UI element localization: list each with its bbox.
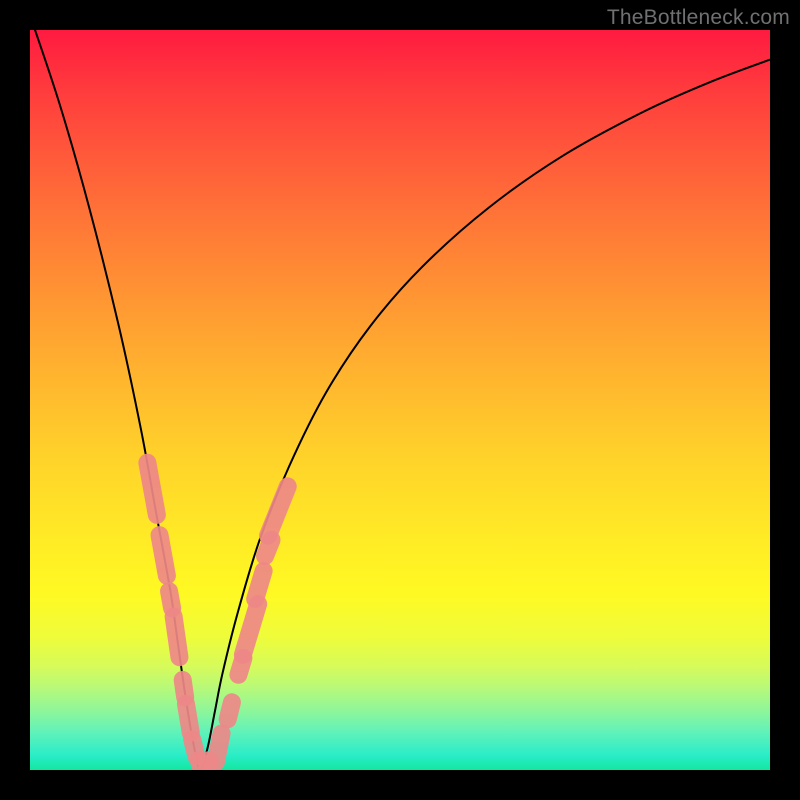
watermark-text: TheBottleneck.com bbox=[607, 6, 790, 30]
highlighted-markers bbox=[137, 452, 300, 770]
marker-capsule bbox=[163, 606, 189, 667]
curve-path bbox=[30, 30, 770, 770]
bottleneck-curve bbox=[30, 30, 770, 770]
marker-capsule bbox=[217, 691, 243, 730]
marker-capsule bbox=[137, 452, 167, 525]
outer-frame: TheBottleneck.com bbox=[0, 0, 800, 800]
marker-capsule bbox=[205, 723, 232, 770]
marker-capsule bbox=[149, 525, 177, 586]
plot-area bbox=[30, 30, 770, 770]
marker-capsule bbox=[244, 560, 275, 611]
curve-layer bbox=[30, 30, 770, 770]
